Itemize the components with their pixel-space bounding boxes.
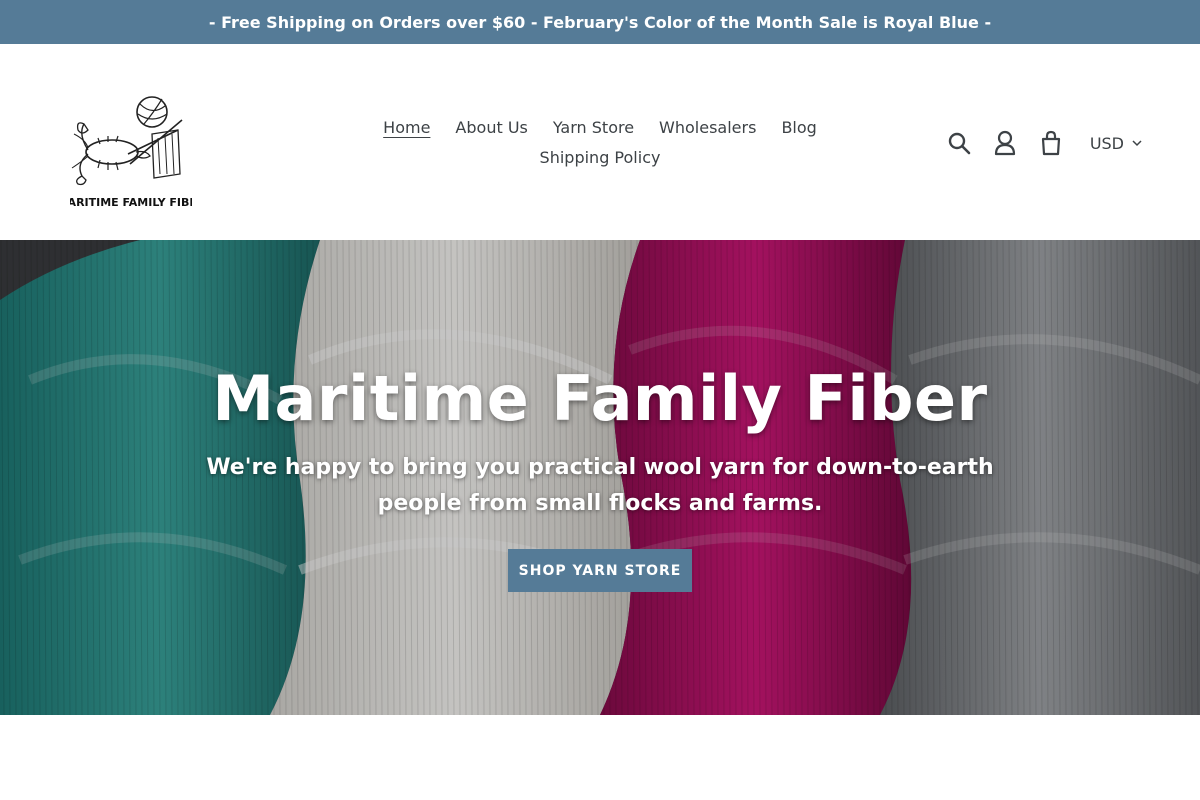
lobster-yarn-logo-icon: MARITIME FAMILY FIBER xyxy=(57,96,206,209)
nav-item-about-us[interactable]: About Us xyxy=(455,118,527,137)
nav-item-blog[interactable]: Blog xyxy=(781,118,816,137)
shop-yarn-store-button[interactable]: SHOP YARN STORE xyxy=(508,549,692,592)
hero-subtitle: We're happy to bring you practical wool … xyxy=(206,455,994,516)
search-icon[interactable] xyxy=(946,130,972,156)
announcement-text: - Free Shipping on Orders over $60 - Feb… xyxy=(208,12,992,32)
nav-item-wholesalers[interactable]: Wholesalers xyxy=(659,118,756,137)
account-icon[interactable] xyxy=(992,130,1018,156)
hero-content: Maritime Family Fiber We're happy to bri… xyxy=(0,240,1200,715)
logo[interactable]: MARITIME FAMILY FIBER xyxy=(57,94,206,214)
cart-icon[interactable] xyxy=(1038,130,1064,156)
hero-title: Maritime Family Fiber xyxy=(212,362,988,435)
nav-item-yarn-store[interactable]: Yarn Store xyxy=(553,118,634,137)
header-utilities: USD xyxy=(946,126,1142,160)
nav-item-home[interactable]: Home xyxy=(383,118,430,137)
chevron-down-icon xyxy=(1132,140,1142,147)
nav-item-shipping-policy[interactable]: Shipping Policy xyxy=(540,148,661,167)
currency-value: USD xyxy=(1089,133,1124,153)
currency-selector[interactable]: USD xyxy=(1090,134,1142,153)
hero-banner: Maritime Family Fiber We're happy to bri… xyxy=(0,240,1200,715)
site-header: MARITIME FAMILY FIBER Home About Us Yarn… xyxy=(0,44,1200,240)
main-navigation: Home About Us Yarn Store Wholesalers Blo… xyxy=(360,112,840,172)
announcement-bar: - Free Shipping on Orders over $60 - Feb… xyxy=(0,0,1200,44)
logo-text: MARITIME FAMILY FIBER xyxy=(70,196,192,209)
